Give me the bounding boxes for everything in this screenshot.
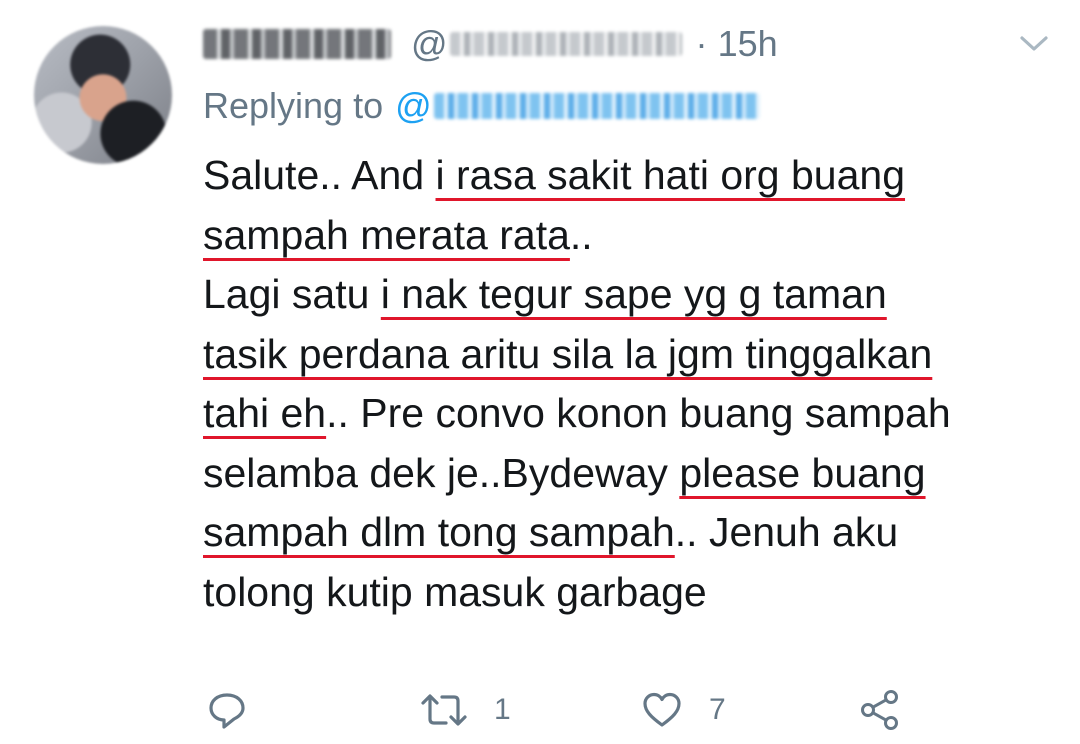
replying-to-label: Replying to — [203, 85, 384, 126]
tweet-text-line: tahi eh.. Pre convo konon buang sampah — [203, 384, 1063, 444]
tweet-timestamp[interactable]: · 15h — [696, 26, 778, 62]
tweet-text-line: selamba dek je..Bydeway please buang — [203, 444, 1063, 504]
tweet-text-line: Salute.. And i rasa sakit hati org buang — [203, 146, 1063, 206]
author-name-redacted[interactable] — [203, 29, 391, 59]
tweet-text: Salute.. And i rasa sakit hati org buang… — [203, 146, 1063, 622]
underlined-text-segment: tahi eh — [203, 390, 327, 436]
text-segment: Salute.. And — [203, 152, 436, 198]
underlined-text-segment: i rasa sakit hati org buang — [435, 152, 906, 198]
text-segment: tolong kutip masuk garbage — [203, 568, 707, 615]
text-segment: selamba dek je..Bydeway — [203, 449, 680, 496]
heart-icon — [643, 692, 681, 727]
retweet-button[interactable]: 1 — [420, 688, 511, 732]
tweet: @ · 15h Replying to @ Salute.. And i ras… — [0, 0, 1080, 744]
underlined-text-segment: sampah merata rata — [203, 211, 570, 258]
timestamp-value: 15h — [717, 23, 778, 64]
replying-to-handle-prefix[interactable]: @ — [395, 88, 432, 124]
timestamp-separator: · — [695, 23, 708, 64]
text-segment: .. Jenuh aku — [674, 509, 899, 555]
tweet-menu-button[interactable] — [1016, 32, 1052, 56]
retweet-count: 1 — [494, 693, 511, 726]
author-handle-redacted — [449, 32, 682, 56]
underlined-text-segment: i nak tegur sape yg g taman — [380, 271, 887, 317]
tweet-text-line: sampah dlm tong sampah.. Jenuh aku — [203, 503, 1063, 563]
share-button[interactable] — [858, 688, 902, 732]
text-segment: Lagi satu — [203, 271, 381, 317]
tweet-text-line: tolong kutip masuk garbage — [203, 563, 1063, 623]
like-count: 7 — [709, 693, 726, 726]
underlined-text-segment: tasik perdana aritu sila la jgm tinggalk… — [203, 330, 933, 377]
like-button[interactable]: 7 — [641, 688, 726, 732]
share-icon — [861, 690, 898, 730]
author-handle-prefix: @ — [411, 23, 448, 64]
underlined-text-segment: please buang — [679, 449, 926, 496]
tweet-text-line: tasik perdana aritu sila la jgm tinggalk… — [203, 325, 1063, 385]
tweet-actions: 1 7 — [0, 680, 1080, 740]
replying-to-handle-redacted[interactable] — [433, 93, 760, 119]
replying-to: Replying to @ — [203, 80, 760, 132]
tweet-text-line: Lagi satu i nak tegur sape yg g taman — [203, 265, 1063, 325]
tweet-text-line: sampah merata rata.. — [203, 206, 1063, 266]
text-segment: .. Pre convo konon buang sampah — [326, 390, 951, 436]
underlined-text-segment: sampah dlm tong sampah — [203, 509, 675, 555]
reply-icon — [209, 693, 245, 729]
tweet-header: @ · 15h — [203, 18, 778, 70]
avatar[interactable] — [34, 26, 172, 164]
text-segment: .. — [569, 211, 593, 258]
chevron-down-icon — [1020, 36, 1048, 51]
reply-button[interactable] — [206, 688, 274, 732]
retweet-icon — [421, 694, 467, 726]
